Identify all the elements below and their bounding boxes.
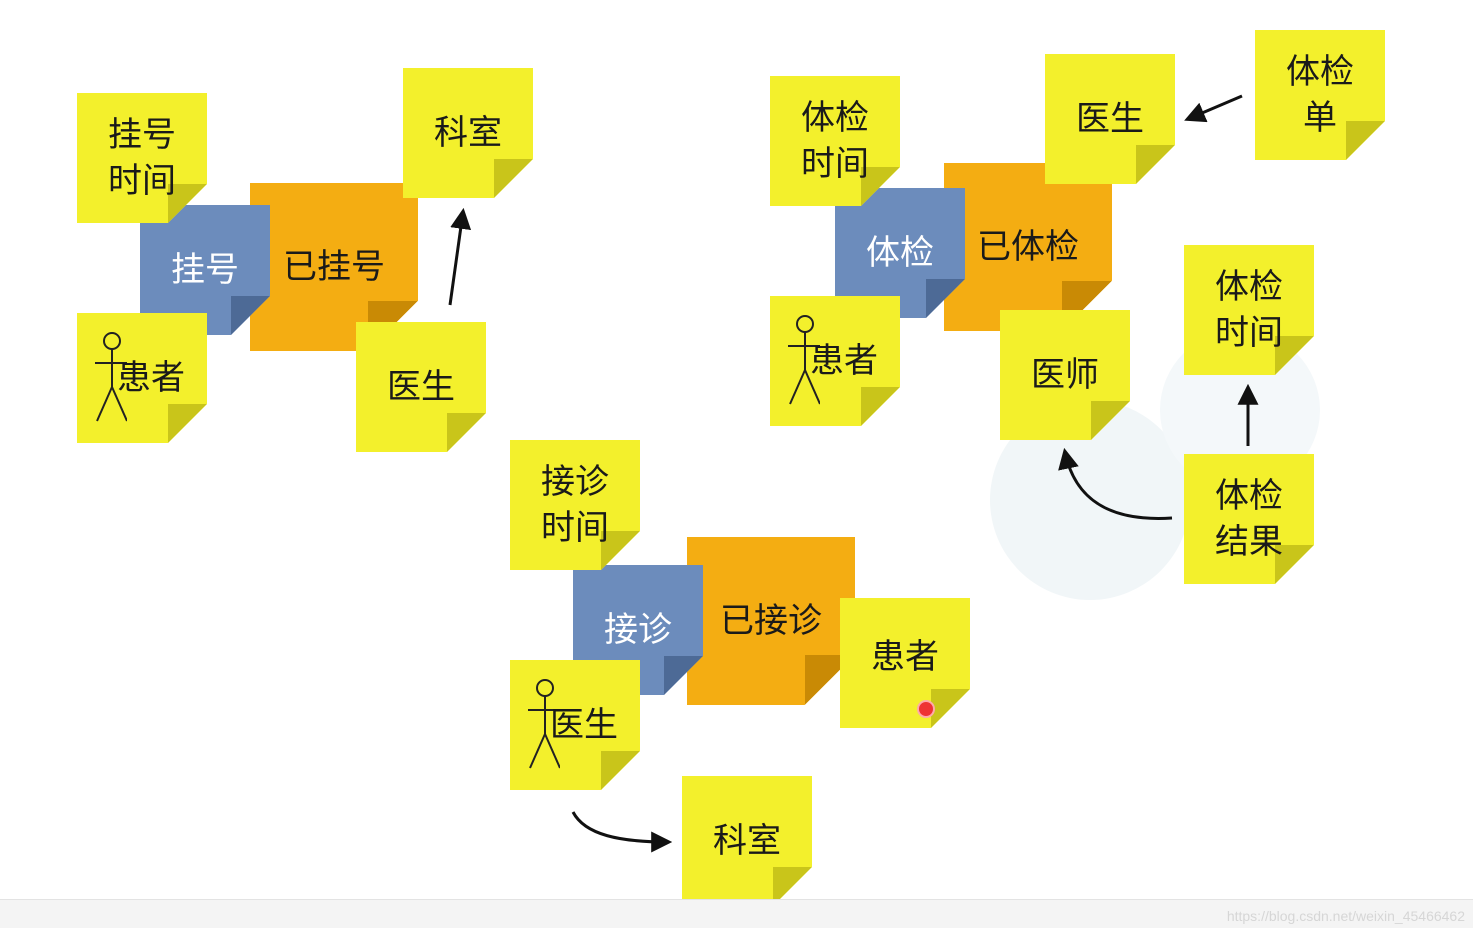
arrow-doctor-to-department (448, 207, 472, 306)
arrow-result-to-physician (1058, 447, 1173, 520)
arrow-doctor-to-department-3 (571, 811, 673, 853)
arrows-layer (448, 94, 1259, 853)
arrow-examform-to-doctor (1184, 94, 1243, 123)
watermark-text: https://blog.csdn.net/weixin_45466462 (1226, 908, 1465, 924)
diagram-canvas: 已挂号 挂号 挂号 时间 患者 科室 医生 已体检 体检 体检 时间 医生 体检… (0, 0, 1473, 928)
